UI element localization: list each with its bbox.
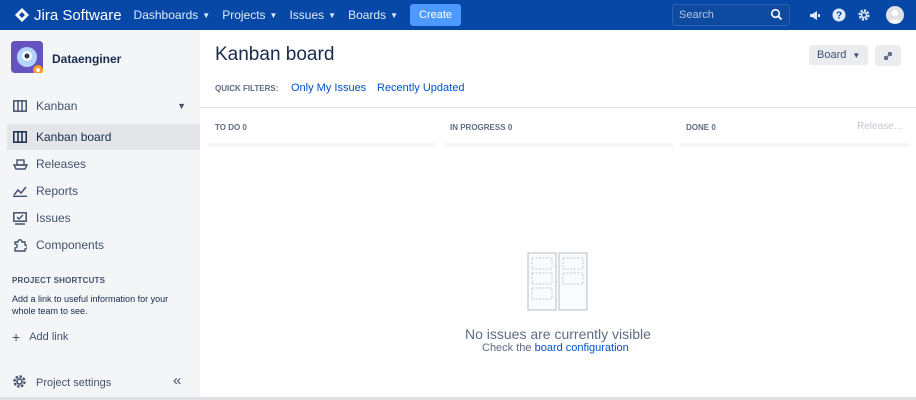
help-icon[interactable]: ? [831,7,847,23]
chevron-down-icon: ▼ [177,101,186,111]
column-count: 0 [507,123,513,132]
board-selector[interactable]: Kanban ▼ [0,93,200,119]
search-icon [770,8,783,21]
search-input[interactable]: Search [672,4,790,26]
board-icon [12,129,28,145]
board-selector-label: Kanban [36,99,78,113]
board-configuration-link[interactable]: board configuration [535,342,629,354]
person-icon [888,9,902,23]
empty-state-title: No issues are currently visible [465,326,651,342]
column-header-done: DONE 0 [686,123,716,132]
board-icon [12,98,28,114]
page-title: Kanban board [215,44,335,65]
nav-projects-label: Projects [222,8,266,22]
sidebar-item-kanban-board[interactable]: Kanban board [7,124,200,150]
sidebar-item-issues[interactable]: Issues [0,205,200,231]
nav-issues[interactable]: Issues ▼ [289,8,336,22]
sidebar-item-label: Kanban board [36,130,112,144]
ship-icon [12,156,28,172]
nav-boards[interactable]: Boards ▼ [348,8,398,22]
top-navigation-bar: Jira Software Dashboards ▼ Projects ▼ Is… [0,0,916,30]
project-robot-icon [11,41,43,75]
column-name: TO DO [215,123,241,132]
column-header-in-progress: IN PROGRESS 0 [450,123,512,132]
plus-icon: + [12,329,21,345]
nav-projects[interactable]: Projects ▼ [222,8,277,22]
sidebar-item-label: Components [36,238,105,252]
nav-dashboards[interactable]: Dashboards ▼ [134,8,211,22]
empty-board-illustration [527,252,588,311]
column-count: 0 [242,123,247,132]
gear-icon[interactable] [856,7,872,23]
header-divider [200,107,916,108]
add-link-label: Add link [29,331,69,343]
nav-issues-label: Issues [289,8,325,22]
quick-filter-only-my-issues[interactable]: Only My Issues [291,82,366,94]
chevron-down-icon: ▼ [202,10,211,20]
user-avatar[interactable] [886,6,904,24]
chevron-down-icon: ▼ [328,10,337,20]
project-settings-label: Project settings [36,377,112,389]
sidebar-item-releases[interactable]: Releases [0,151,200,177]
board-menu-button[interactable]: Board ▼ [809,45,869,65]
column-name: DONE [686,123,710,132]
search-placeholder: Search [679,9,714,21]
nav-boards-label: Boards [348,8,387,22]
column-header-todo: TO DO 0 [215,123,247,132]
project-shortcuts-heading: PROJECT SHORTCUTS [12,276,106,285]
project-avatar[interactable] [11,41,43,75]
svg-text:?: ? [836,11,842,22]
empty-state-prefix: Check the [482,342,532,354]
project-sidebar: Dataenginer Kanban ▼ Kanban board Releas… [0,30,200,400]
collapse-sidebar-icon[interactable]: « [173,372,181,389]
gear-icon [12,374,27,392]
column-in-progress [444,143,673,147]
release-button[interactable]: Release... [857,121,902,132]
jira-diamond-icon [15,8,29,22]
sidebar-item-label: Reports [36,184,79,198]
column-name: IN PROGRESS [450,123,506,132]
chevron-down-icon: ▼ [852,50,861,60]
create-button[interactable]: Create [410,4,462,26]
sidebar-item-label: Releases [36,157,87,171]
sidebar-item-label: Issues [36,211,71,225]
brand-name: Jira Software [34,6,122,24]
issues-icon [12,210,28,226]
fullscreen-button[interactable] [875,45,901,66]
puzzle-icon [12,237,28,253]
jira-logo[interactable]: Jira Software [15,7,122,24]
column-count: 0 [711,123,716,132]
quick-filters-label: QUICK FILTERS: [215,84,279,93]
sidebar-item-components[interactable]: Components [0,232,200,258]
column-done [680,143,909,147]
expand-icon [884,51,892,60]
quick-filter-recently-updated[interactable]: Recently Updated [377,82,464,94]
megaphone-icon[interactable] [806,7,822,23]
empty-state-subtitle: Check the board configuration [482,342,629,354]
sidebar-item-reports[interactable]: Reports [0,178,200,204]
column-todo [208,143,436,147]
chevron-down-icon: ▼ [269,10,278,20]
chevron-down-icon: ▼ [390,10,399,20]
add-link-button[interactable]: + Add link [12,329,68,345]
chart-icon [12,183,28,199]
board-menu-label: Board [817,49,847,61]
nav-dashboards-label: Dashboards [133,8,199,22]
project-name[interactable]: Dataenginer [52,52,121,66]
project-settings-link[interactable]: Project settings [12,374,111,392]
project-shortcuts-description: Add a link to useful information for you… [12,294,169,316]
